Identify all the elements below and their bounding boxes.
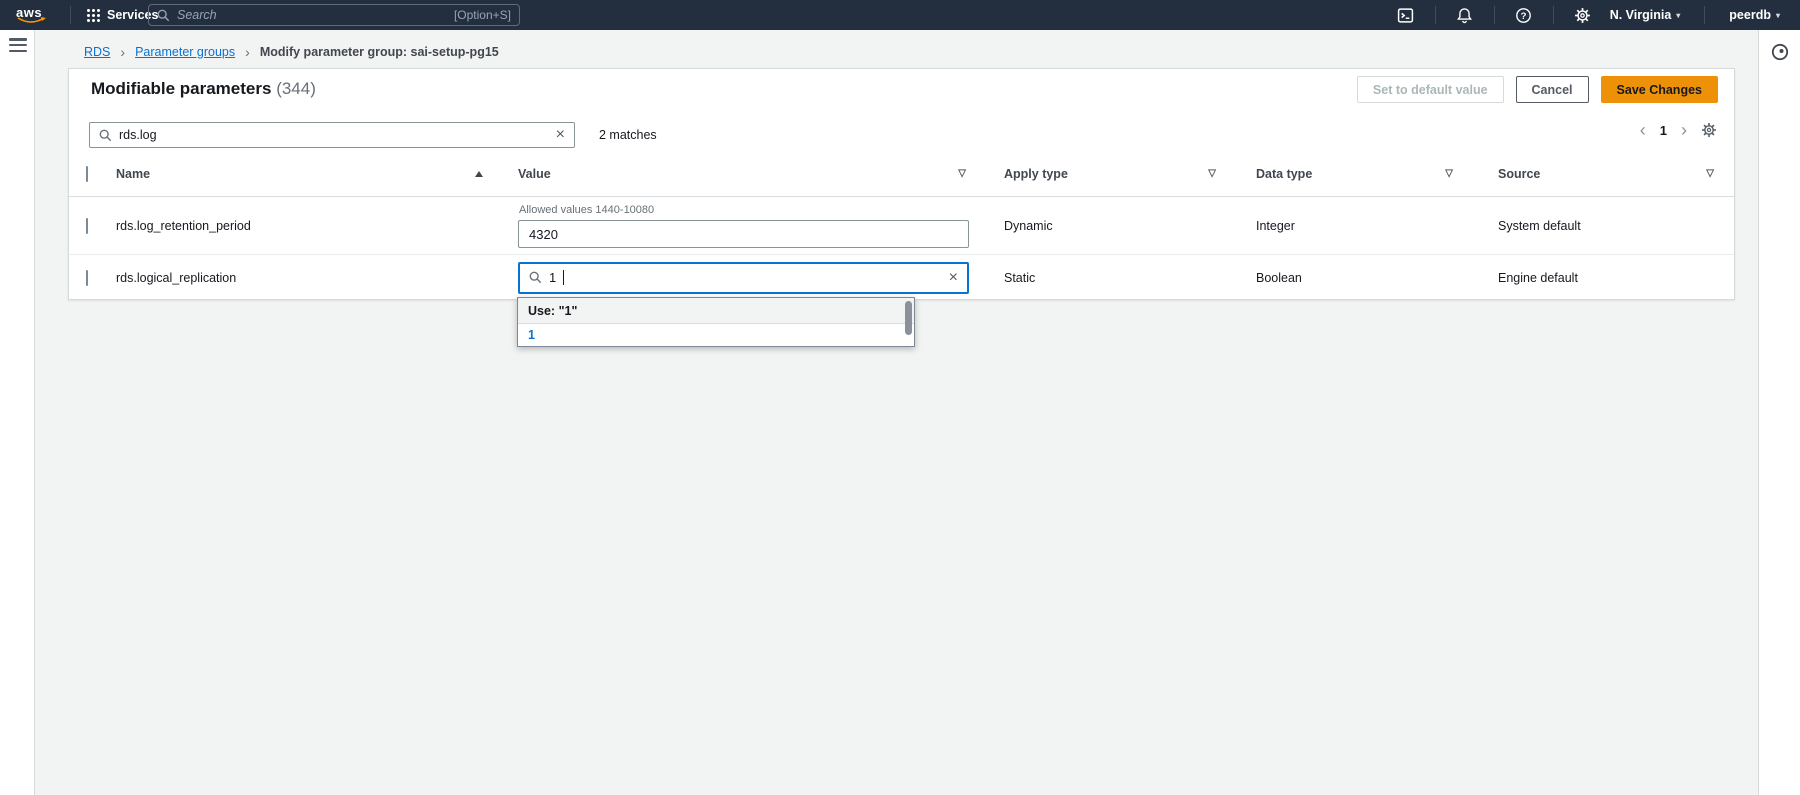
services-grid-icon (87, 9, 100, 22)
cloudshell-terminal-icon (1397, 7, 1414, 24)
column-header-name[interactable]: Name (116, 167, 511, 181)
page-number[interactable]: 1 (1660, 123, 1667, 138)
column-header-data-type[interactable]: Data type ▽ (1246, 167, 1491, 181)
panel-header: Modifiable parameters (344) Set to defau… (69, 69, 1734, 115)
pagination: ‹ 1 › (1640, 121, 1717, 139)
breadcrumb-chevron-icon: › (245, 44, 250, 60)
apply-type-cell: Static (996, 271, 1246, 285)
title-text: Modifiable parameters (91, 79, 271, 98)
sort-ascending-icon[interactable] (475, 171, 483, 177)
breadcrumb-link-parameter-groups[interactable]: Parameter groups (135, 45, 235, 59)
previous-page-icon[interactable]: ‹ (1640, 121, 1646, 139)
next-page-icon[interactable]: › (1681, 121, 1687, 139)
search-shortcut-hint: [Option+S] (454, 8, 511, 22)
dropdown-scrollbar[interactable] (905, 301, 912, 341)
page-title: Modifiable parameters (344) (91, 79, 316, 99)
side-nav-rail (0, 30, 35, 795)
search-icon (99, 129, 112, 142)
account-label: peerdb (1729, 8, 1771, 22)
header-checkbox-cell (69, 167, 116, 181)
column-header-apply-type[interactable]: Apply type ▽ (996, 167, 1246, 181)
parameter-value-input[interactable]: 4320 (518, 220, 969, 248)
topbar-divider (1494, 6, 1495, 24)
column-header-value[interactable]: Value ▽ (511, 167, 996, 181)
account-menu[interactable]: peerdb ▾ (1721, 8, 1788, 22)
table-row: rds.logical_replication 1 × Static Boole… (69, 255, 1734, 300)
typed-value: 1 (549, 270, 556, 285)
topbar-divider (1704, 6, 1705, 24)
chevron-down-icon: ▾ (1776, 11, 1780, 20)
preferences-gear-icon[interactable] (1701, 122, 1717, 138)
settings-button[interactable] (1570, 2, 1596, 28)
clear-filter-icon[interactable]: × (556, 127, 565, 143)
parameter-value-search-input[interactable]: 1 × (518, 262, 969, 294)
modifiable-parameters-panel: Modifiable parameters (344) Set to defau… (68, 68, 1735, 300)
scrollbar-thumb[interactable] (905, 301, 912, 335)
right-panel-rail (1758, 30, 1800, 795)
column-filter-icon[interactable]: ▽ (958, 168, 966, 179)
column-filter-icon[interactable]: ▽ (1706, 168, 1714, 179)
breadcrumb-chevron-icon: › (120, 44, 125, 60)
match-count: 2 matches (599, 128, 657, 142)
help-button[interactable]: ? (1511, 2, 1537, 28)
column-filter-icon[interactable]: ▽ (1445, 168, 1453, 179)
svg-text:?: ? (1521, 10, 1527, 21)
help-question-icon: ? (1515, 7, 1532, 24)
text-cursor (563, 270, 564, 285)
filter-value: rds.log (119, 128, 549, 142)
topbar-divider (70, 6, 71, 24)
topbar-divider (1553, 6, 1554, 24)
breadcrumb-current-page: Modify parameter group: sai-setup-pg15 (260, 45, 499, 59)
region-selector[interactable]: N. Virginia ▾ (1602, 8, 1689, 22)
topbar: aws Services Search [Option+S] (0, 0, 1800, 30)
save-changes-button[interactable]: Save Changes (1601, 76, 1718, 103)
allowed-values-hint: Allowed values 1440-10080 (519, 204, 996, 216)
source-cell: System default (1491, 219, 1734, 233)
gear-icon (1574, 7, 1591, 24)
column-header-source[interactable]: Source ▽ (1491, 167, 1734, 181)
aws-console-window: aws Services Search [Option+S] (0, 0, 1800, 795)
row-checkbox[interactable] (86, 270, 88, 286)
breadcrumb: RDS › Parameter groups › Modify paramete… (84, 44, 499, 60)
notifications-button[interactable] (1452, 2, 1478, 28)
console-search-input[interactable]: Search [Option+S] (148, 4, 520, 26)
clear-value-icon[interactable]: × (949, 270, 958, 286)
table-row: rds.log_retention_period Allowed values … (69, 197, 1734, 255)
apply-type-cell: Dynamic (996, 219, 1246, 233)
parameters-table: Name Value ▽ Apply type ▽ Data type ▽ So… (69, 151, 1734, 300)
topbar-utilities: ? N. Virginia ▾ (1393, 2, 1788, 28)
topbar-divider (1435, 6, 1436, 24)
table-header-row: Name Value ▽ Apply type ▽ Data type ▽ So… (69, 151, 1734, 197)
header-actions: Set to default value Cancel Save Changes (1357, 76, 1718, 103)
select-all-checkbox[interactable] (86, 166, 88, 182)
row-checkbox[interactable] (86, 218, 88, 234)
parameter-filter-input[interactable]: rds.log × (89, 122, 575, 148)
side-panel-icon[interactable] (1770, 42, 1790, 62)
cancel-button[interactable]: Cancel (1516, 76, 1589, 103)
menu-icon[interactable] (9, 38, 27, 52)
region-label: N. Virginia (1610, 8, 1672, 22)
source-cell: Engine default (1491, 271, 1734, 285)
bell-icon (1456, 7, 1473, 24)
parameter-name: rds.logical_replication (116, 271, 511, 285)
search-placeholder: Search (177, 8, 447, 22)
chevron-down-icon: ▾ (1676, 11, 1680, 20)
search-icon (529, 271, 542, 284)
aws-smile-icon (17, 17, 47, 25)
data-type-cell: Integer (1246, 219, 1491, 233)
cloudshell-button[interactable] (1393, 2, 1419, 28)
aws-logo[interactable]: aws (16, 4, 50, 26)
data-type-cell: Boolean (1246, 271, 1491, 285)
set-default-button[interactable]: Set to default value (1357, 76, 1504, 103)
search-icon (157, 9, 170, 22)
use-typed-value-option[interactable]: Use: "1" (518, 298, 914, 324)
breadcrumb-link-rds[interactable]: RDS (84, 45, 110, 59)
parameter-name: rds.log_retention_period (116, 219, 511, 233)
column-filter-icon[interactable]: ▽ (1208, 168, 1216, 179)
suggestion-option[interactable]: 1 (518, 324, 914, 346)
parameter-count: (344) (276, 79, 316, 98)
value-suggestions-dropdown: Use: "1" 1 (517, 297, 915, 347)
